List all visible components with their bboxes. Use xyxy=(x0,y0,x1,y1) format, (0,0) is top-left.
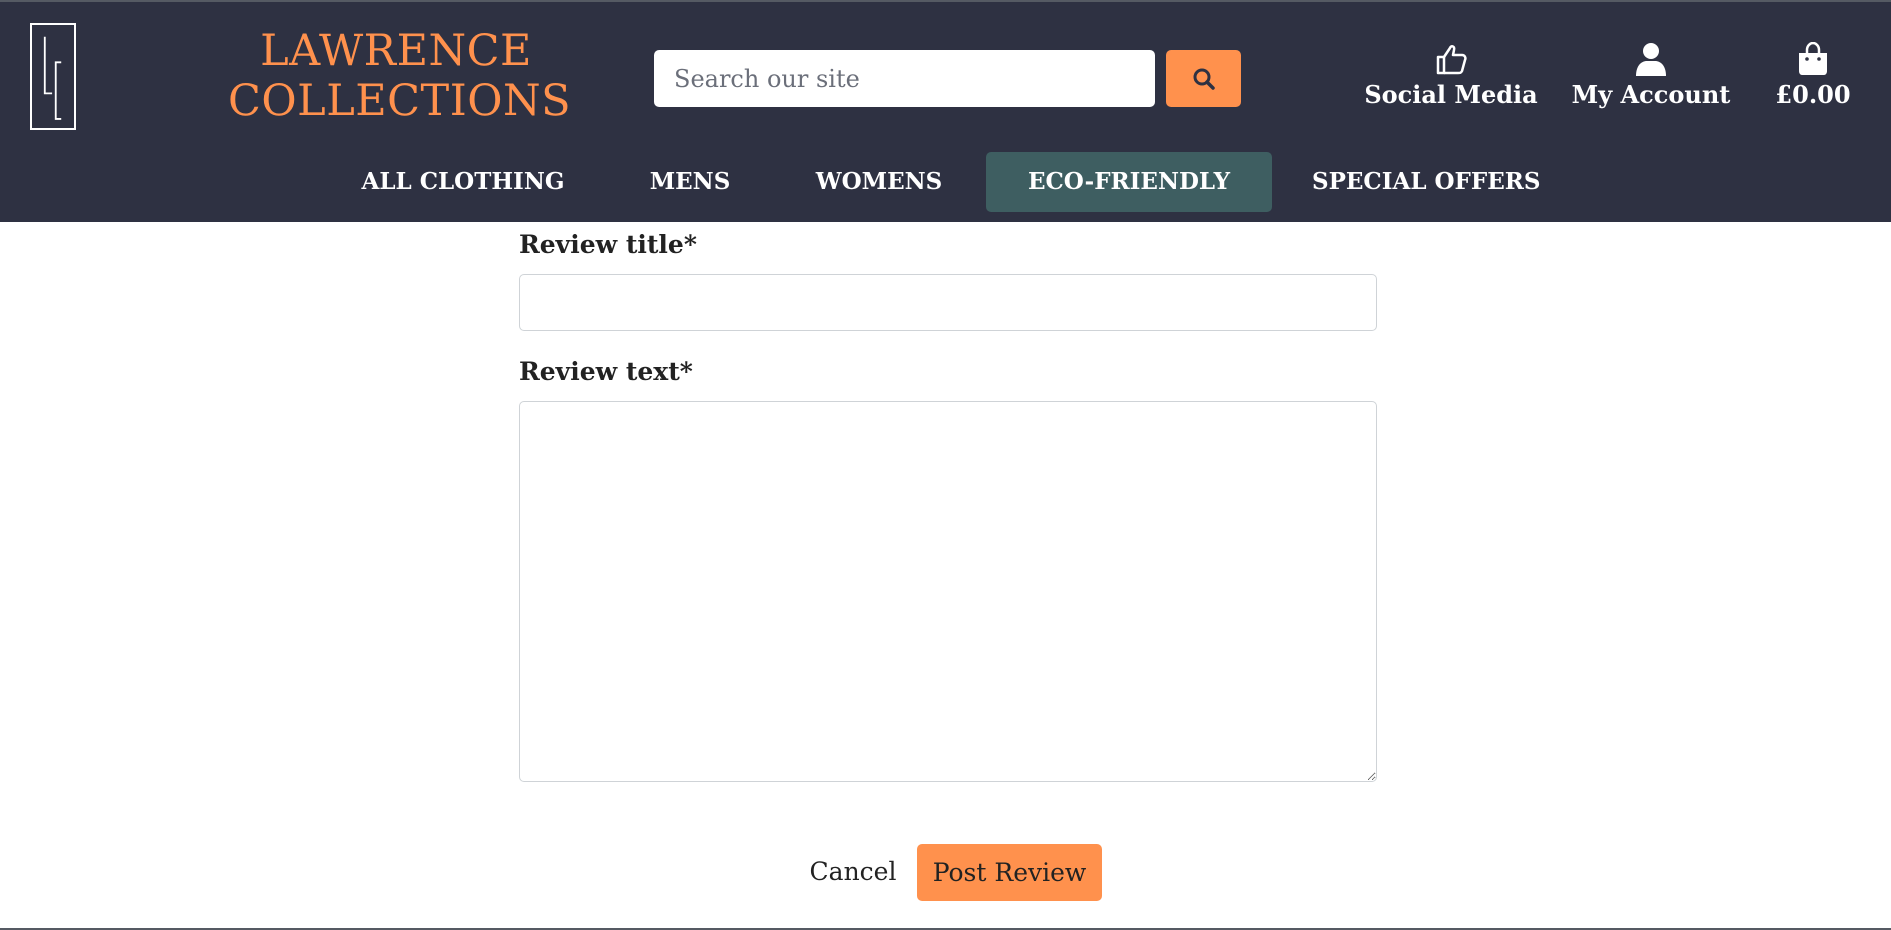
logo-icon xyxy=(43,36,62,120)
basket-total: £0.00 xyxy=(1775,80,1851,109)
cancel-link[interactable]: Cancel xyxy=(800,844,906,900)
brand-line-1: LAWRENCE xyxy=(260,26,532,76)
search-icon xyxy=(1193,68,1215,90)
search-input[interactable] xyxy=(654,50,1155,107)
review-text-area[interactable] xyxy=(519,401,1377,782)
my-account-link[interactable]: My Account xyxy=(1572,40,1730,109)
review-title-input[interactable] xyxy=(519,274,1377,331)
nav-special-offers[interactable]: SPECIAL OFFERS xyxy=(1312,152,1540,212)
shopping-bag-icon xyxy=(1799,42,1827,75)
social-media-label: Social Media xyxy=(1364,80,1538,109)
user-icon xyxy=(1636,43,1666,76)
site-logo[interactable] xyxy=(30,23,76,130)
thumbs-up-icon xyxy=(1436,45,1467,75)
review-text-label: Review text* xyxy=(519,357,693,386)
nav-mens[interactable]: MENS xyxy=(640,152,740,212)
my-account-label: My Account xyxy=(1571,80,1731,109)
review-form: Review title* Review text* xyxy=(519,230,1377,782)
basket-link[interactable]: £0.00 xyxy=(1772,40,1854,109)
social-media-link[interactable]: Social Media xyxy=(1364,40,1538,109)
search-button[interactable] xyxy=(1166,50,1241,107)
nav-all-clothing[interactable]: ALL CLOTHING xyxy=(358,152,568,212)
post-review-button[interactable]: Post Review xyxy=(917,844,1102,901)
brand-line-2: COLLECTIONS xyxy=(228,76,572,126)
brand-name[interactable]: LAWRENCE COLLECTIONS xyxy=(228,26,572,126)
site-header: LAWRENCE COLLECTIONS Social Media My Acc… xyxy=(0,2,1891,222)
nav-womens[interactable]: WOMENS xyxy=(812,152,946,212)
nav-eco-friendly[interactable]: ECO-FRIENDLY xyxy=(986,152,1272,212)
review-title-label: Review title* xyxy=(519,230,697,259)
main-nav: ALL CLOTHING MENS WOMENS ECO-FRIENDLY SP… xyxy=(0,152,1891,212)
